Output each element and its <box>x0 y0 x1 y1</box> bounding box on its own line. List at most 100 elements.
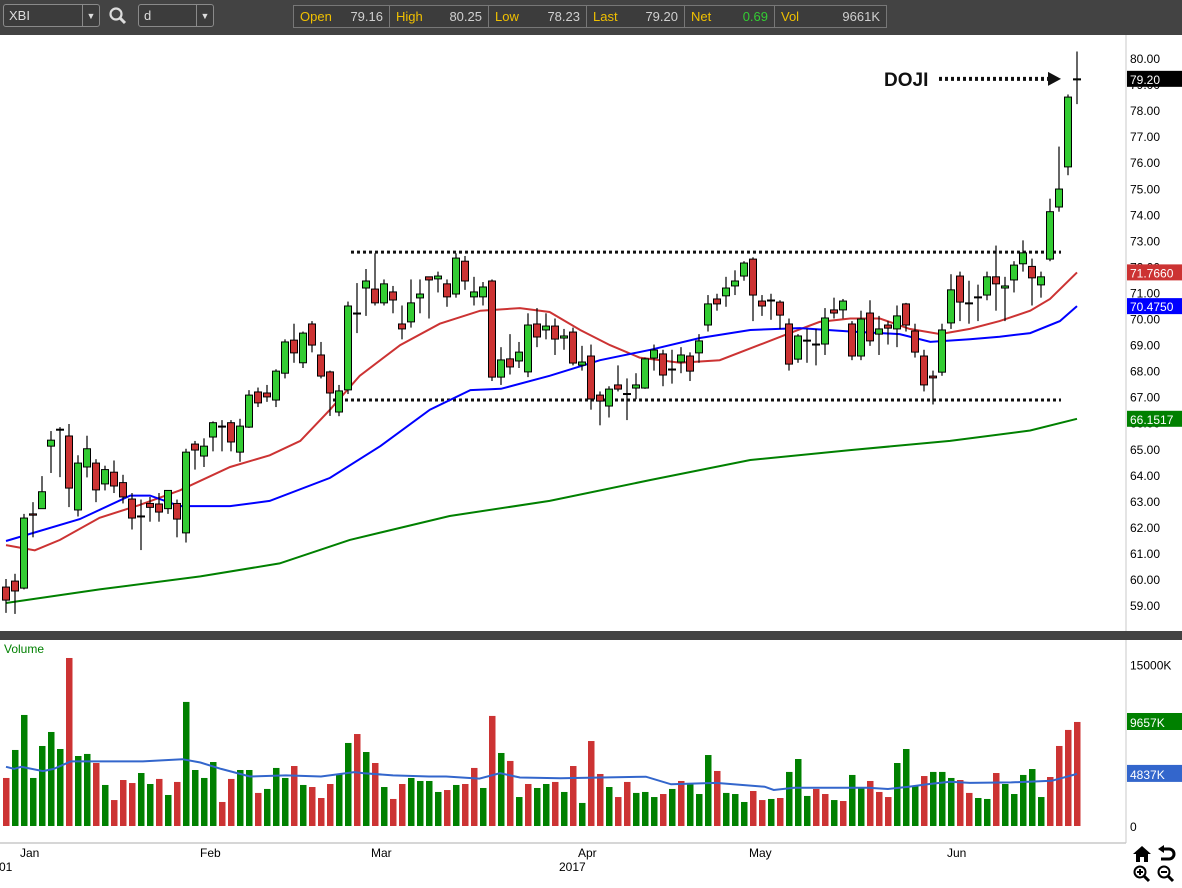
candle-body <box>182 451 190 534</box>
candle-body <box>902 303 910 326</box>
candle-body <box>191 443 199 451</box>
candle <box>479 282 487 306</box>
candle <box>938 323 946 376</box>
candle <box>209 421 217 452</box>
candle-body <box>461 260 469 282</box>
home-icon[interactable] <box>1132 845 1152 863</box>
volume-bar <box>453 784 460 826</box>
doji-annotation-label: DOJI <box>884 70 928 91</box>
volume-bar <box>129 783 136 826</box>
volume-bar <box>399 783 406 826</box>
volume-bar <box>498 752 505 826</box>
candle <box>443 279 451 307</box>
volume-bar <box>84 753 91 826</box>
candle-body <box>1073 78 1081 81</box>
volume-panel: Volume <box>3 642 1081 826</box>
candle <box>1019 240 1027 272</box>
candle-body <box>758 300 766 307</box>
candle <box>866 300 874 346</box>
volume-bar <box>624 781 631 826</box>
candle-body <box>56 428 64 431</box>
stock-chart[interactable]: DOJI Volume 80.0079.0078.0077.0076.0075.… <box>0 0 1182 883</box>
price-tick-label: 77.00 <box>1130 130 1160 144</box>
price-tick-label: 80.00 <box>1130 52 1160 66</box>
volume-bar <box>633 792 640 826</box>
volume-bar <box>516 797 523 826</box>
volume-bar <box>435 791 442 826</box>
candle-body <box>1028 265 1036 279</box>
candle-body <box>335 390 343 413</box>
volume-bar <box>183 701 190 826</box>
candle-body <box>659 353 667 376</box>
candle <box>137 499 145 551</box>
candle <box>281 339 289 379</box>
candle <box>245 390 253 428</box>
volume-bar <box>840 801 847 826</box>
candle-body <box>443 283 451 298</box>
candle <box>812 328 820 366</box>
volume-bar <box>822 794 829 826</box>
candle-body <box>101 469 109 485</box>
zoom-in-icon[interactable] <box>1132 865 1152 883</box>
candle-body <box>245 394 253 428</box>
candle-body <box>344 305 352 391</box>
volume-bar <box>723 792 730 826</box>
volume-ma-badge: 4837K <box>1130 768 1165 782</box>
candle-body <box>650 349 658 359</box>
candle <box>200 438 208 467</box>
candle <box>1055 146 1063 212</box>
candle <box>785 318 793 371</box>
volume-bar <box>165 794 172 826</box>
candle-body <box>137 515 145 518</box>
volume-bar <box>1047 776 1054 826</box>
candle-body <box>299 332 307 364</box>
candle-body <box>848 323 856 357</box>
price-panel: DOJI <box>2 51 1081 614</box>
candle <box>65 424 73 508</box>
candle-body <box>560 335 568 339</box>
undo-icon[interactable] <box>1156 845 1176 863</box>
candle-body <box>497 359 505 378</box>
candle-body <box>749 258 757 296</box>
candle <box>2 579 10 613</box>
panel-separator[interactable] <box>0 631 1182 640</box>
candle-body <box>65 435 73 489</box>
zoom-out-icon[interactable] <box>1156 865 1176 883</box>
candle-body <box>20 517 28 589</box>
volume-bar <box>462 783 469 826</box>
volume-bar <box>1056 745 1063 826</box>
volume-bar <box>354 734 361 826</box>
candle <box>668 349 676 384</box>
candle-body <box>74 462 82 511</box>
volume-bar <box>786 771 793 826</box>
candle-body <box>1046 211 1054 260</box>
volume-bar <box>687 783 694 826</box>
candle-body <box>308 323 316 346</box>
candle <box>713 293 721 311</box>
volume-bar <box>930 771 937 826</box>
candle <box>425 276 433 319</box>
candle-body <box>533 323 541 338</box>
volume-bar <box>579 802 586 826</box>
candle <box>560 328 568 350</box>
price-tick-label: 74.00 <box>1130 208 1160 222</box>
candle-body <box>893 315 901 330</box>
volume-bar <box>732 794 739 826</box>
volume-bar <box>336 773 343 826</box>
price-tick-label: 63.00 <box>1130 495 1160 509</box>
candle <box>776 300 784 329</box>
candle <box>641 357 649 389</box>
price-tick-label: 65.00 <box>1130 443 1160 457</box>
volume-bar <box>489 715 496 826</box>
candle-body <box>173 502 181 520</box>
ma-red-value-badge: 71.7660 <box>1130 266 1174 280</box>
x-year-label: 01 <box>0 860 13 874</box>
volume-bar <box>795 759 802 826</box>
candle <box>893 305 901 348</box>
candle-body <box>83 448 91 468</box>
volume-bar <box>75 755 82 826</box>
ma-green-value-badge: 66.1517 <box>1130 413 1174 427</box>
volume-bar <box>831 800 838 826</box>
volume-bar <box>615 797 622 826</box>
volume-bar <box>174 781 181 826</box>
